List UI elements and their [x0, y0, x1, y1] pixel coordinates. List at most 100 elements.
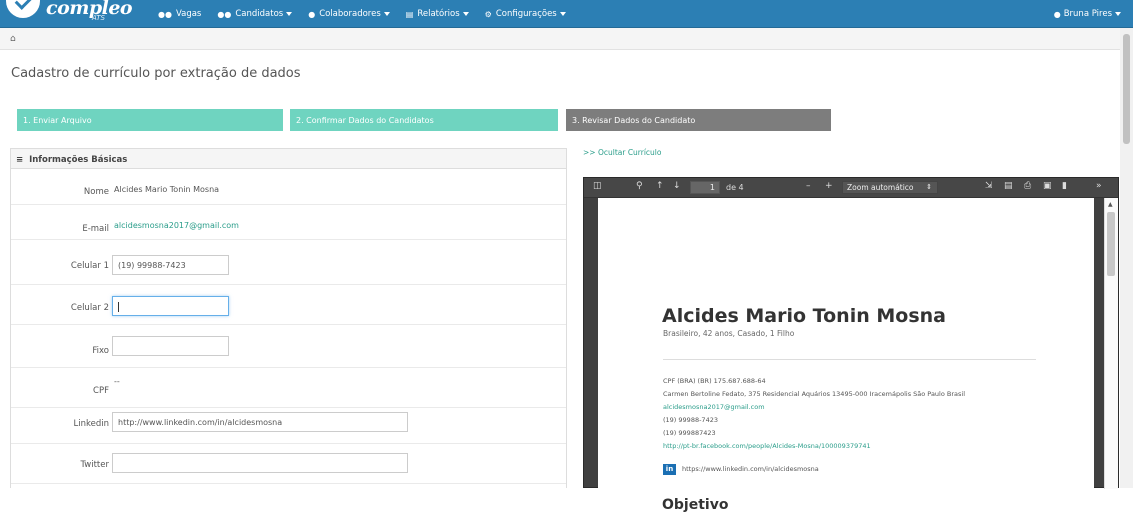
step-revisar-dados[interactable]: 3. Revisar Dados do Candidato [566, 109, 831, 131]
celular2-input[interactable] [112, 296, 229, 316]
fullscreen-icon[interactable]: ⇲ [985, 181, 993, 191]
caret-down-icon [462, 12, 469, 16]
caret-down-icon [383, 12, 390, 16]
nav-configuracoes[interactable]: ⚙ Configurações [477, 0, 574, 28]
row-fixo: Fixo [11, 325, 566, 368]
top-navbar: compleo ATS ●● Vagas ●● Candidatos ● Col… [0, 0, 1133, 28]
row-twitter: Twitter [11, 444, 566, 484]
row-email: E-mail alcidesmosna2017@gmail.com [11, 205, 566, 240]
pdf-viewer: ◫ ⚲ ↑ ↓ 1 de 4 – + Zoom automático ⇕ ⇲ ▤… [583, 177, 1119, 513]
label-fixo: Fixo [92, 346, 109, 356]
brand-sub: ATS [92, 14, 105, 22]
cv-address: Carmen Bertoline Fedato, 375 Residencial… [663, 390, 966, 398]
caret-down-icon [559, 12, 566, 16]
search-icon[interactable]: ⚲ [636, 181, 643, 191]
step-confirmar-dados[interactable]: 2. Confirmar Dados do Candidatos [290, 109, 558, 131]
linkedin-input[interactable]: http://www.linkedin.com/in/alcidesmosna [112, 412, 408, 432]
user-name: Bruna Pires [1063, 9, 1112, 19]
celular1-input[interactable]: (19) 99988-7423 [112, 255, 229, 275]
brand-name: compleo [46, 0, 133, 19]
nav-candidatos[interactable]: ●● Candidatos [209, 0, 300, 28]
nav-label: Candidatos [235, 9, 284, 19]
cv-divider [663, 359, 1036, 360]
main-nav: ●● Vagas ●● Candidatos ● Colaboradores ▤… [150, 0, 574, 28]
brand-logo[interactable]: compleo ATS [0, 0, 133, 28]
fixo-input[interactable] [112, 336, 229, 356]
label-cpf: CPF [93, 386, 109, 396]
zoom-select[interactable]: Zoom automático ⇕ [842, 181, 938, 194]
pdf-toolbar: ◫ ⚲ ↑ ↓ 1 de 4 – + Zoom automático ⇕ ⇲ ▤… [584, 178, 1118, 198]
value-email[interactable]: alcidesmosna2017@gmail.com [114, 221, 239, 230]
row-nome: Nome Alcides Mario Tonin Mosna [11, 170, 566, 205]
label-twitter: Twitter [80, 460, 110, 470]
cv-subtitle: Brasileiro, 42 anos, Casado, 1 Filho [663, 329, 795, 338]
cv-section-objetivo: Objetivo [662, 497, 729, 513]
cv-linkedin[interactable]: https://www.linkedin.com/in/alcidesmosna [682, 465, 819, 473]
arrow-down-icon[interactable]: ↓ [673, 181, 681, 191]
nav-relatorios[interactable]: ▤ Relatórios [398, 0, 477, 28]
list-icon: ≡ [16, 155, 24, 165]
cv-cpf: CPF (BRA) (BR) 175.687.688-64 [663, 377, 766, 385]
pdf-scrollbar-thumb[interactable] [1107, 212, 1115, 276]
text-cursor [118, 302, 119, 312]
cogs-icon: ⚙ [484, 9, 492, 19]
arrow-up-icon[interactable]: ↑ [656, 181, 664, 191]
scroll-up-icon[interactable]: ▲ [1108, 201, 1113, 208]
check-logo-icon [6, 0, 40, 18]
page-title: Cadastro de currículo por extração de da… [11, 66, 301, 81]
linkedin-icon: in [663, 464, 676, 475]
row-celular2: Celular 2 [11, 285, 566, 325]
cv-phone2: (19) 999887423 [663, 429, 716, 437]
cv-name: Alcides Mario Tonin Mosna [662, 305, 946, 327]
print-icon[interactable]: ⎙ [1024, 181, 1031, 191]
cv-email[interactable]: alcidesmosna2017@gmail.com [663, 403, 765, 411]
step-enviar-arquivo[interactable]: 1. Enviar Arquivo [17, 109, 283, 131]
label-nome: Nome [83, 187, 109, 197]
label-celular1: Celular 1 [70, 261, 109, 271]
nav-label: Colaboradores [319, 9, 381, 19]
open-file-icon[interactable]: ▤ [1004, 181, 1013, 191]
pdf-page: Alcides Mario Tonin Mosna Brasileiro, 42… [598, 198, 1094, 513]
label-celular2: Celular 2 [70, 303, 109, 313]
value-cpf: -- [114, 377, 120, 386]
nav-colaboradores[interactable]: ● Colaboradores [300, 0, 398, 28]
zoom-value: Zoom automático [847, 183, 914, 192]
hide-cv-link[interactable]: >> Ocultar Currículo [583, 148, 661, 157]
page-number-input[interactable]: 1 [690, 181, 720, 194]
panel-title: Informações Básicas [29, 155, 128, 165]
more-tools-icon[interactable]: » [1096, 181, 1102, 191]
caret-down-icon [1115, 12, 1121, 16]
row-cpf: CPF -- [11, 368, 566, 408]
breadcrumb: ⌂ [0, 28, 1120, 50]
users-icon: ●● [217, 9, 232, 19]
twitter-input[interactable] [112, 453, 408, 473]
caret-down-icon [286, 12, 293, 16]
label-linkedin: Linkedin [73, 419, 109, 429]
home-icon[interactable]: ⌂ [10, 34, 16, 44]
label-email: E-mail [82, 224, 109, 234]
zoom-in-icon[interactable]: + [825, 181, 833, 191]
row-celular1: Celular 1 (19) 99988-7423 [11, 240, 566, 285]
zoom-out-icon[interactable]: – [806, 181, 811, 191]
user-icon: ● [1053, 9, 1061, 19]
user-icon: ● [308, 9, 316, 19]
chart-icon: ▤ [405, 9, 414, 19]
cv-phone1: (19) 99988-7423 [663, 416, 718, 424]
sidebar-toggle-icon[interactable]: ◫ [593, 181, 602, 191]
download-icon[interactable]: ▣ [1043, 181, 1052, 191]
nav-vagas[interactable]: ●● Vagas [150, 0, 209, 28]
page-count: de 4 [726, 183, 744, 192]
row-linkedin: Linkedin http://www.linkedin.com/in/alci… [11, 408, 566, 444]
panel-header: ≡ Informações Básicas [11, 149, 566, 169]
nav-label: Relatórios [417, 9, 460, 19]
cv-facebook[interactable]: http://pt-br.facebook.com/people/Alcides… [663, 442, 871, 450]
page-scrollbar-thumb[interactable] [1123, 34, 1130, 144]
bookmark-icon[interactable]: ▮ [1062, 181, 1067, 191]
value-nome: Alcides Mario Tonin Mosna [114, 185, 220, 194]
nav-label: Vagas [175, 9, 202, 19]
select-arrows-icon: ⇕ [926, 183, 932, 191]
user-menu[interactable]: ● Bruna Pires [1054, 0, 1121, 28]
users-icon: ●● [158, 9, 172, 19]
nav-label: Configurações [495, 9, 557, 19]
basic-info-panel: ≡ Informações Básicas Nome Alcides Mario… [10, 148, 567, 488]
